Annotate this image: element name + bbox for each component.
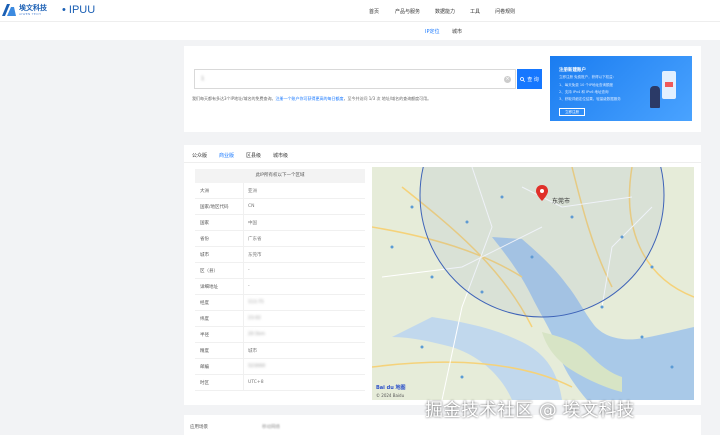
logo[interactable]: 埃文科技 AIWEN TECH • IPUU (2, 3, 95, 17)
row-key: 国家 (200, 221, 209, 226)
location-map[interactable]: 东莞市 © 2024 Baidu Bai du 地图 (372, 167, 694, 400)
map-logo: Bai du 地图 (376, 384, 406, 391)
intro-prefix: 我们每天都有多达3个IP地址/域名的免费查询。 (192, 96, 276, 101)
map-canvas: 东莞市 © 2024 Baidu Bai du 地图 (372, 167, 694, 400)
row-value: 113.75 (248, 300, 264, 305)
promo-line: 立即注册 免费账户，获得以下权益： (559, 75, 617, 79)
clear-icon[interactable]: × (504, 76, 511, 83)
row-key: 详细地址 (200, 285, 218, 290)
table-row: 大洲 亚洲 (195, 183, 365, 199)
card-illustration (665, 82, 673, 87)
subnav-tab-ip[interactable]: IP定位 (425, 28, 440, 35)
search-button[interactable]: 查 询 (517, 69, 542, 89)
ip-search-input[interactable]: 1 × (194, 69, 516, 89)
person-illustration (650, 86, 660, 108)
table-row: 国家 中国 (195, 215, 365, 231)
table-row: 详细地址 - (195, 279, 365, 295)
row-value: 中国 (248, 221, 257, 226)
row-value: UTC+8 (248, 380, 264, 385)
row-value: 城市 (248, 349, 257, 354)
scenario-value: 移动网络 (262, 425, 280, 430)
row-value: 23.02 (248, 316, 261, 321)
map-copyright: © 2024 Baidu (376, 393, 405, 398)
promo-line: 2、支持 IPv4 和 IPv6 地址查询 (559, 90, 609, 94)
sub-nav: IP定位 城市 (0, 22, 720, 40)
row-key: 省份 (200, 237, 209, 242)
column-divider (243, 343, 244, 359)
table-header: 此IP所有权以下一个区域 (195, 169, 365, 183)
row-value: 523000 (248, 364, 266, 369)
table-row: 国家/地区代码 CN (195, 199, 365, 215)
row-value: - (248, 268, 250, 273)
tabs-divider (184, 162, 701, 163)
column-divider (243, 311, 244, 327)
column-divider (243, 231, 244, 247)
table-row: 半径 20.5km (195, 327, 365, 343)
table-row: 区（县） - (195, 263, 365, 279)
column-divider (243, 263, 244, 279)
row-key: 经度 (200, 301, 209, 306)
nav-item-tools[interactable]: 工具 (470, 8, 480, 15)
result-table: 此IP所有权以下一个区域 大洲 亚洲国家/地区代码 CN 国家 中国省份 广东省城市 东莞市… (195, 169, 365, 391)
register-promo-banner[interactable]: 注册新建账户 立即注册 免费账户，获得以下权益： 1、每天免费 10 个IP地址… (550, 56, 692, 121)
nav-item-home[interactable]: 首页 (369, 8, 379, 15)
table-row: 精度 城市 (195, 343, 365, 359)
row-key: 区（县） (200, 269, 218, 274)
promo-line: 1、每天免费 10 个IP地址查询额度 (559, 83, 614, 87)
table-row: 城市 东莞市 (195, 247, 365, 263)
column-divider (243, 359, 244, 375)
watermark-text: 掘金技术社区 @ 埃文科技 (425, 400, 635, 421)
row-value: CN (248, 204, 255, 209)
row-value: - (248, 284, 250, 289)
table-row: 经度 113.75 (195, 295, 365, 311)
column-divider (243, 199, 244, 215)
column-divider (243, 295, 244, 311)
column-divider (243, 279, 244, 295)
scenario-label: 应用场景 (190, 425, 208, 430)
nav-item-rules[interactable]: 问卷规则 (495, 8, 515, 15)
row-key: 时区 (200, 381, 209, 386)
register-link[interactable]: 注册一个账户你可获得更高的每日额度 (275, 96, 343, 101)
subnav-tab-city[interactable]: 城市 (452, 28, 462, 35)
logo-brand-text: • IPUU (62, 4, 96, 16)
column-divider (243, 183, 244, 199)
logo-icon (2, 3, 16, 17)
logo-en-text: AIWEN TECH (19, 12, 42, 16)
nav-item-products[interactable]: 产品与服务 (395, 8, 420, 15)
row-key: 城市 (200, 253, 209, 258)
column-divider (243, 215, 244, 231)
row-key: 半径 (200, 333, 209, 338)
row-key: 国家/地区代码 (200, 205, 229, 210)
row-key: 大洲 (200, 189, 209, 194)
column-divider (243, 247, 244, 263)
table-row: 时区 UTC+8 (195, 375, 365, 391)
main-nav: 首页 产品与服务 数据能力 工具 问卷规则 (360, 8, 515, 15)
column-divider (243, 375, 244, 391)
table-row: 省份 广东省 (195, 231, 365, 247)
promo-title: 注册新建账户 (559, 68, 586, 73)
search-icon (520, 76, 526, 82)
row-value: 广东省 (248, 237, 262, 242)
row-key: 精度 (200, 349, 209, 354)
search-card: 1 × 查 询 我们每天都有多达3个IP地址/域名的免费查询。注册一个账户你可获… (184, 46, 701, 132)
top-navbar: 埃文科技 AIWEN TECH • IPUU 首页 产品与服务 数据能力 工具 … (0, 0, 720, 22)
map-city-label: 东莞市 (552, 197, 570, 205)
table-row: 纬度 23.02 (195, 311, 365, 327)
column-divider (243, 327, 244, 343)
row-value: 亚洲 (248, 189, 257, 194)
search-value: 1 (201, 76, 205, 82)
quota-intro: 我们每天都有多达3个IP地址/域名的免费查询。注册一个账户你可获得更高的每日额度… (192, 96, 431, 102)
intro-suffix: ，至今共访问 1/3 次 地址/域名的查询额度可用。 (343, 96, 432, 101)
table-row: 邮编 523000 (195, 359, 365, 375)
search-button-label: 查 询 (527, 76, 539, 83)
promo-line: 3、获取详细定位结果，轻量级数据服务 (559, 97, 621, 101)
row-key: 纬度 (200, 317, 209, 322)
row-value: 20.5km (248, 332, 266, 337)
nav-item-data[interactable]: 数据能力 (435, 8, 455, 15)
row-key: 邮编 (200, 365, 209, 370)
promo-register-button[interactable]: 立即注册 (559, 108, 585, 116)
row-value: 东莞市 (248, 253, 262, 258)
result-card: 公众版 商业版 区县级 城市级 此IP所有权以下一个区域 大洲 亚洲 国家/地区代码… (184, 145, 701, 405)
